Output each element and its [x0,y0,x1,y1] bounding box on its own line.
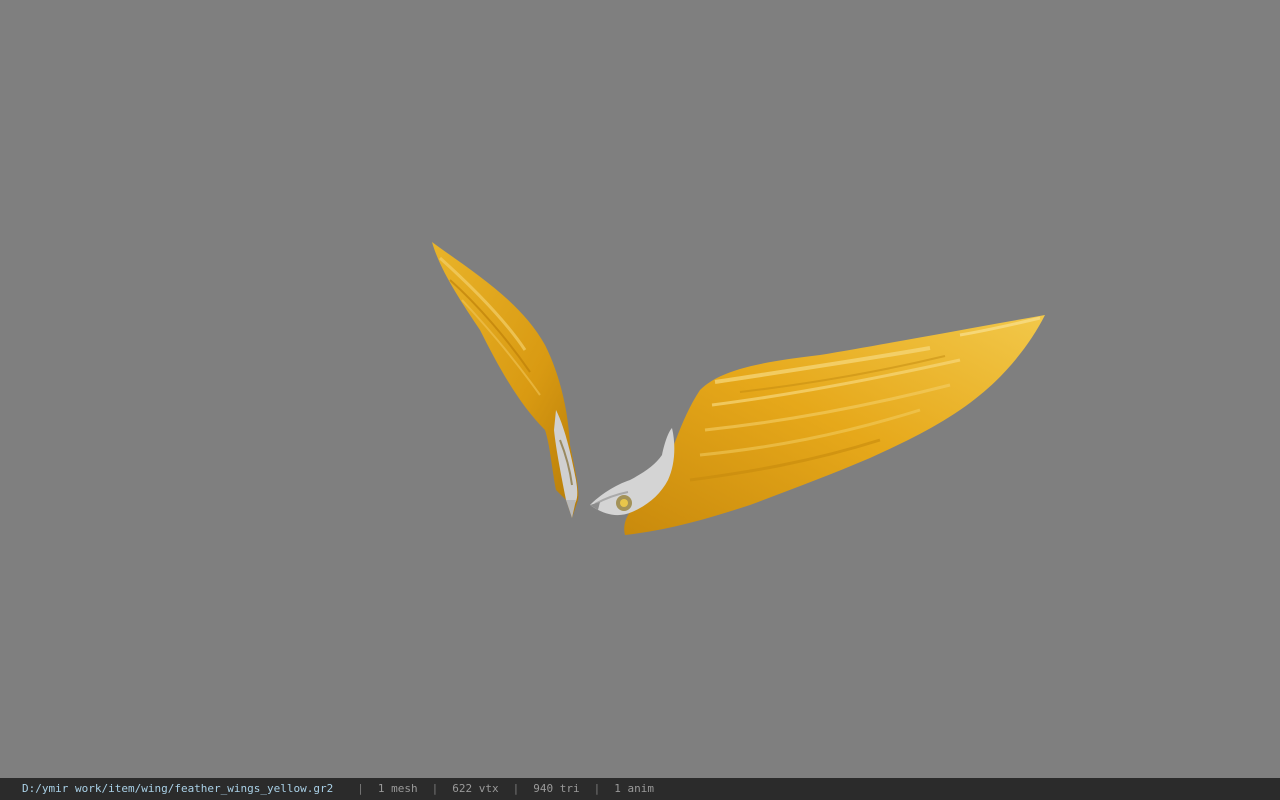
3d-viewport[interactable] [0,0,1280,778]
feather-wings-model[interactable] [0,0,1280,778]
triangle-count: 940 tri [533,782,580,795]
status-separator: | [512,782,520,795]
status-separator: | [357,782,364,795]
status-bar: D:/ymir work/item/wing/feather_wings_yel… [0,778,1280,800]
file-path: D:/ymir work/item/wing/feather_wings_yel… [22,782,334,795]
right-wing [590,315,1045,535]
left-wing [432,242,579,518]
status-separator: | [593,782,601,795]
vertex-count: 622 vtx [452,782,499,795]
status-separator: | [431,782,439,795]
animation-count: 1 anim [614,782,654,795]
mesh-count: 1 mesh [377,782,418,795]
